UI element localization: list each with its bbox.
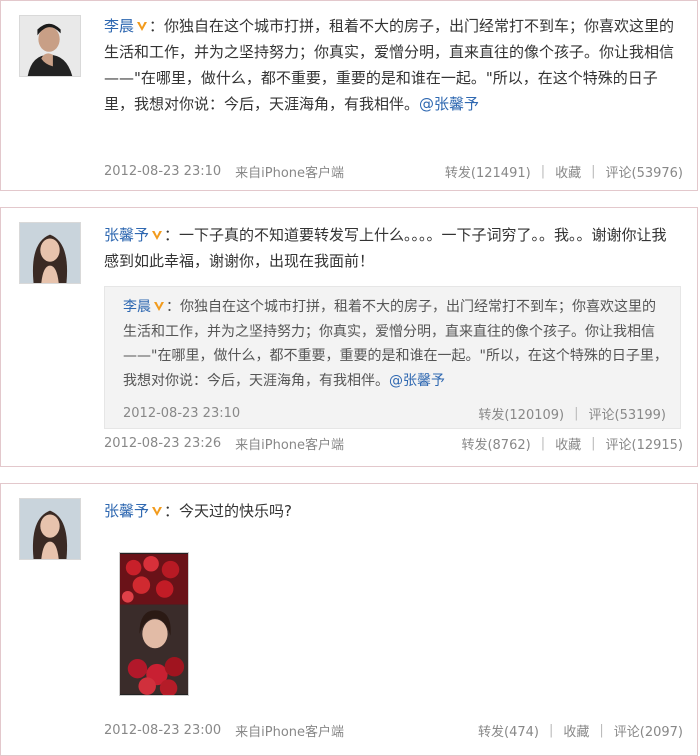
- post-body: 李晨 ：你独自在这个城市打拼，租着不大的房子，出门经常打不到车；你喜欢这里的生活和…: [104, 13, 681, 117]
- author-link[interactable]: 张馨予: [104, 502, 149, 520]
- action-separator: |: [548, 722, 554, 738]
- quoted-time[interactable]: 2012-08-23 23:10: [123, 406, 240, 421]
- male-avatar-icon: [20, 16, 80, 76]
- comment-button[interactable]: 评论(12915): [606, 434, 684, 453]
- weibo-post-3: 张馨予 ：今天过的快乐吗? 2012-08-23 23:00 来自iPhone客户…: [0, 483, 698, 756]
- roses-photo-icon: [120, 554, 188, 695]
- favorite-button[interactable]: 收藏: [555, 434, 581, 453]
- avatar-zhang-xinyu[interactable]: [19, 222, 81, 284]
- comment-button[interactable]: 评论(2097): [614, 721, 683, 740]
- action-separator: |: [540, 163, 546, 179]
- quoted-actions: 转发(120109) | 评论(53199): [478, 404, 666, 423]
- mention-link[interactable]: @张馨予: [419, 95, 479, 113]
- post-text: ：你独自在这个城市打拼，租着不大的房子，出门经常打不到车；你喜欢这里的生活和工作…: [104, 17, 675, 113]
- verified-v-icon: [154, 302, 164, 311]
- favorite-button[interactable]: 收藏: [555, 162, 581, 181]
- repost-button[interactable]: 转发(121491): [445, 162, 531, 181]
- post-time[interactable]: 2012-08-23 23:10: [104, 164, 221, 179]
- post-body: 张馨予 ：一下子真的不知道要转发写上什么。。。。一下子词穷了。。我。。谢谢你让我感…: [104, 222, 681, 274]
- verified-v-icon: [137, 22, 148, 31]
- verified-v-icon: [152, 231, 163, 240]
- post-text: ：一下子真的不知道要转发写上什么。。。。一下子词穷了。。我。。谢谢你让我感到如此…: [104, 226, 667, 270]
- avatar-li-chen[interactable]: [19, 15, 81, 77]
- female-avatar-icon: [20, 223, 80, 283]
- post-actions: 转发(474) | 收藏 | 评论(2097): [478, 721, 683, 740]
- weibo-post-2: 张馨予 ：一下子真的不知道要转发写上什么。。。。一下子词穷了。。我。。谢谢你让我感…: [0, 207, 698, 467]
- action-separator: |: [540, 435, 546, 451]
- author-link[interactable]: 李晨: [104, 17, 134, 35]
- post-source[interactable]: 来自iPhone客户端: [235, 162, 344, 181]
- post-footer: 2012-08-23 23:26 来自iPhone客户端 转发(8762) | …: [104, 434, 683, 453]
- post-time[interactable]: 2012-08-23 23:26: [104, 436, 221, 451]
- favorite-button[interactable]: 收藏: [563, 721, 589, 740]
- post-footer: 2012-08-23 23:00 来自iPhone客户端 转发(474) | 收…: [104, 721, 683, 740]
- post-source[interactable]: 来自iPhone客户端: [235, 434, 344, 453]
- author-link[interactable]: 张馨予: [104, 226, 149, 244]
- quoted-post: 李晨 ：你独自在这个城市打拼，租着不大的房子，出门经常打不到车；你喜欢这里的生活和…: [104, 286, 681, 429]
- repost-button[interactable]: 转发(8762): [461, 434, 530, 453]
- weibo-post-1: 李晨 ：你独自在这个城市打拼，租着不大的房子，出门经常打不到车；你喜欢这里的生活和…: [0, 0, 698, 191]
- mention-link[interactable]: @张馨予: [389, 373, 445, 389]
- post-actions: 转发(121491) | 收藏 | 评论(53976): [445, 162, 683, 181]
- female-avatar-icon: [20, 499, 80, 559]
- post-image-thumbnail[interactable]: [119, 552, 189, 696]
- avatar-zhang-xinyu[interactable]: [19, 498, 81, 560]
- quoted-body: 李晨 ：你独自在这个城市打拼，租着不大的房子，出门经常打不到车；你喜欢这里的生活和…: [123, 295, 668, 393]
- quoted-author-link[interactable]: 李晨: [123, 299, 151, 315]
- action-separator: |: [591, 163, 596, 179]
- quoted-repost-button[interactable]: 转发(120109): [478, 404, 564, 423]
- verified-v-icon: [152, 507, 163, 516]
- action-separator: |: [599, 722, 604, 738]
- post-time[interactable]: 2012-08-23 23:00: [104, 723, 221, 738]
- post-source[interactable]: 来自iPhone客户端: [235, 721, 344, 740]
- action-separator: |: [574, 405, 579, 421]
- post-text: ：今天过的快乐吗?: [164, 502, 292, 520]
- action-separator: |: [591, 435, 596, 451]
- quoted-comment-button[interactable]: 评论(53199): [589, 404, 667, 423]
- repost-button[interactable]: 转发(474): [478, 721, 539, 740]
- post-footer: 2012-08-23 23:10 来自iPhone客户端 转发(121491) …: [104, 162, 683, 181]
- quoted-footer: 2012-08-23 23:10 转发(120109) | 评论(53199): [123, 404, 666, 423]
- post-actions: 转发(8762) | 收藏 | 评论(12915): [461, 434, 683, 453]
- post-body: 张馨予 ：今天过的快乐吗?: [104, 498, 681, 524]
- comment-button[interactable]: 评论(53976): [606, 162, 684, 181]
